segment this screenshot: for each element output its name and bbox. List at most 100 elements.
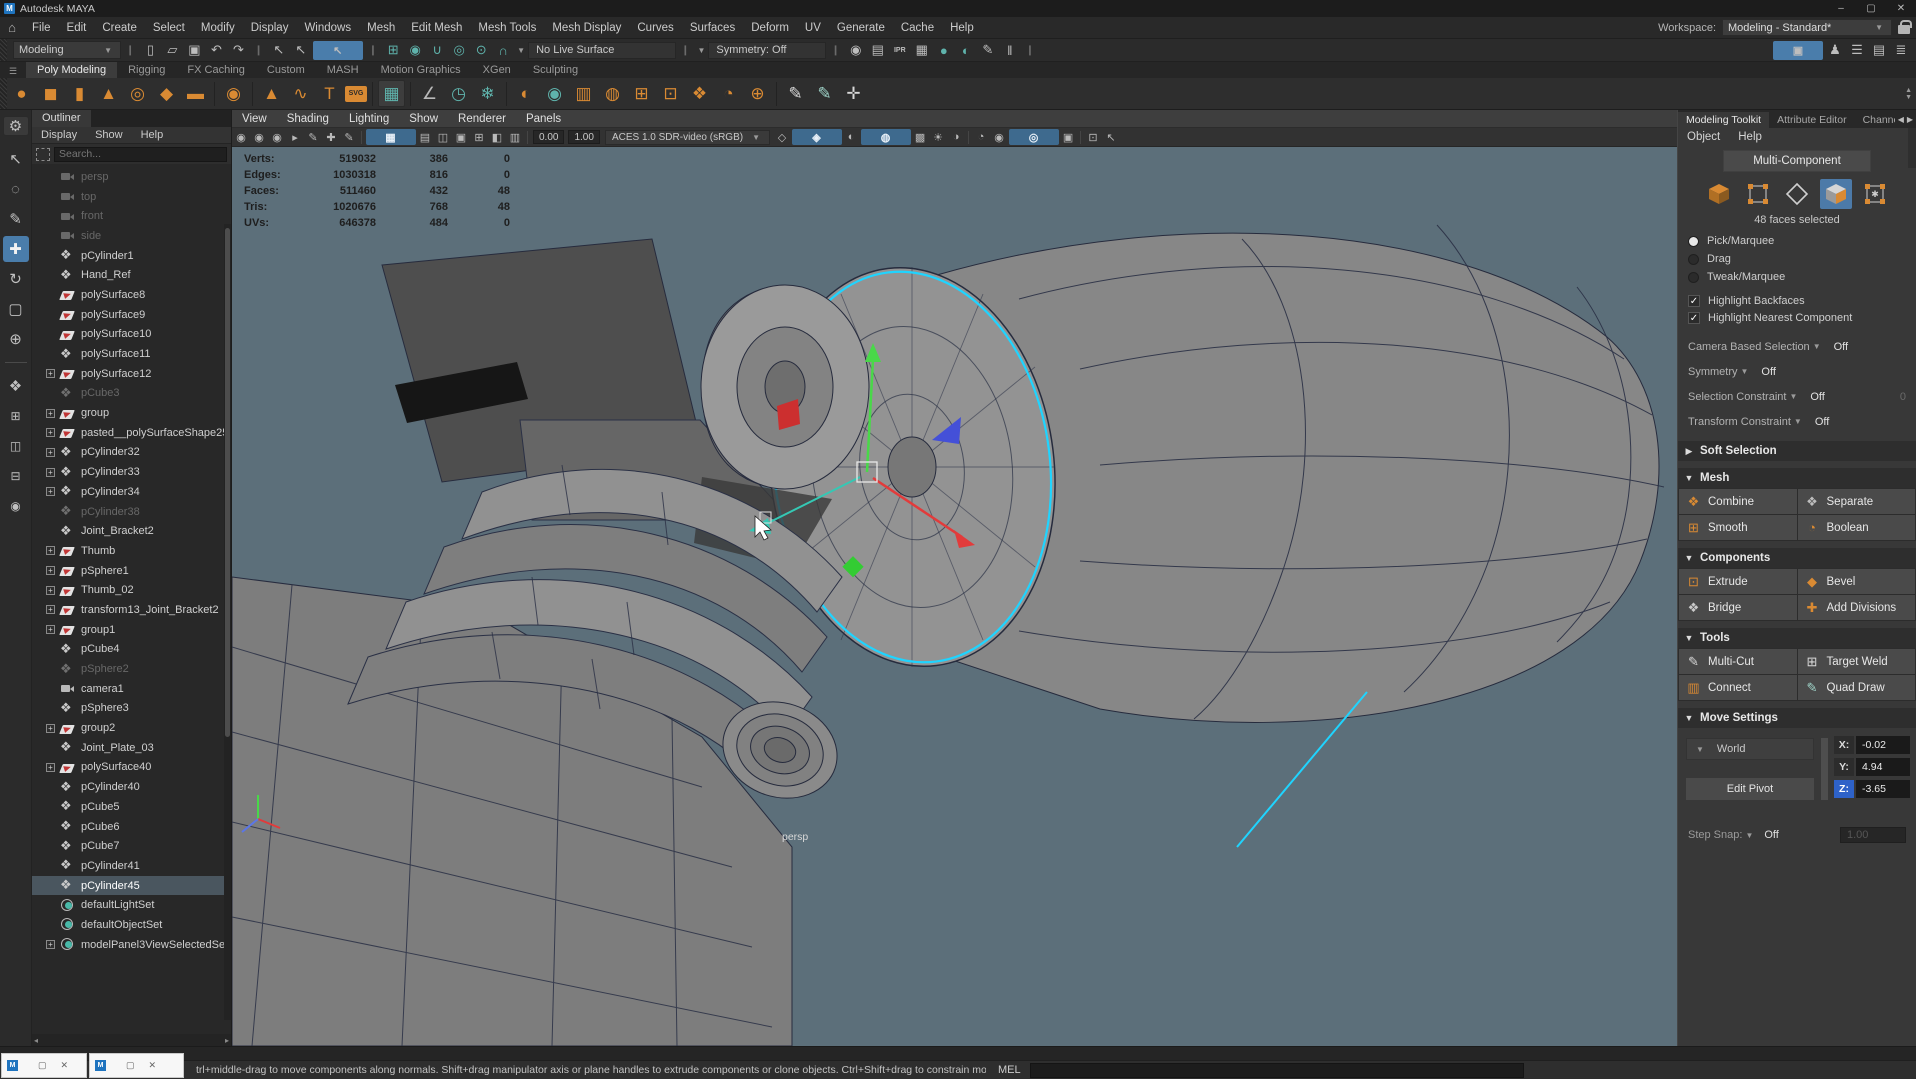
radio-tweak-marquee[interactable]: Tweak/Marquee	[1678, 268, 1916, 286]
menu-mesh[interactable]: Mesh	[359, 22, 403, 34]
scroll-right-icon[interactable]: ▸	[225, 1036, 229, 1045]
outliner-menu-help[interactable]: Help	[132, 129, 173, 141]
toolkit-menu-help[interactable]: Help	[1729, 131, 1771, 143]
measure-angle-icon[interactable]: ∠	[416, 80, 443, 107]
target-weld-button[interactable]: ⊞ Target Weld	[1798, 649, 1916, 674]
outliner-item-pcube6[interactable]: + pCube6	[32, 817, 231, 837]
outliner-item-top[interactable]: + top	[32, 187, 231, 207]
panel-scrollbar[interactable]	[1908, 128, 1916, 168]
outliner-item-psphere3[interactable]: + pSphere3	[32, 699, 231, 719]
bridge-button[interactable]: ❖ Bridge	[1679, 595, 1797, 620]
new-scene-icon[interactable]: ▯	[140, 41, 160, 60]
outliner-item-transform13-joint-bracket2[interactable]: + transform13_Joint_Bracket2	[32, 600, 231, 620]
menu-surfaces[interactable]: Surfaces	[682, 22, 743, 34]
gate-mask-icon[interactable]: ▣	[453, 129, 470, 145]
attribute-editor-toggle-icon[interactable]: ▤	[1869, 41, 1889, 60]
safe-action-icon[interactable]: ◧	[489, 129, 506, 145]
zoom-tool-icon[interactable]: ◉	[3, 493, 29, 519]
face-mode-icon[interactable]	[1820, 179, 1852, 209]
maximize-icon[interactable]: ▢	[38, 1060, 47, 1071]
toolbar-separator[interactable]: ❙	[121, 45, 139, 56]
pencil2-icon[interactable]: ✎	[341, 129, 358, 145]
outliner-item-hand-ref[interactable]: + Hand_Ref	[32, 265, 231, 285]
mel-label[interactable]: MEL	[998, 1064, 1021, 1076]
expand-icon[interactable]: +	[46, 369, 55, 378]
outliner-item-defaultobjectset[interactable]: + defaultObjectSet	[32, 915, 231, 935]
shelf-tab-custom[interactable]: Custom	[256, 62, 316, 78]
outliner-tab[interactable]: Outliner	[32, 110, 91, 127]
checkbox-highlight-backfaces[interactable]: ✓ Highlight Backfaces	[1678, 292, 1916, 309]
layer-editor-toggle-icon[interactable]: ≣	[1891, 41, 1911, 60]
section-tools[interactable]: ▼ Tools	[1678, 628, 1916, 648]
menu-mesh-tools[interactable]: Mesh Tools	[470, 22, 544, 34]
layout-outliner-persp-icon[interactable]: ⊟	[3, 463, 29, 489]
dropdown-symmetry[interactable]: Symmetry ▼ Off	[1678, 359, 1916, 384]
grid-toggle-icon[interactable]: ▦	[366, 129, 416, 145]
platonic-solid-icon[interactable]: ◉	[220, 80, 247, 107]
outliner-item-pcube5[interactable]: + pCube5	[32, 797, 231, 817]
menu-windows[interactable]: Windows	[296, 22, 359, 34]
layout-four-pane-icon[interactable]: ⊞	[3, 403, 29, 429]
dropdown-transform-constraint[interactable]: Transform Constraint ▼ Off	[1678, 409, 1916, 434]
pencil-tool-icon[interactable]: ✎	[782, 80, 809, 107]
separate-button[interactable]: ❖ Separate	[1798, 489, 1916, 514]
rotate-tool-icon[interactable]: ↻	[3, 266, 29, 292]
lattice-sphere-icon[interactable]: ◍	[599, 80, 626, 107]
connect-button[interactable]: ▥ Connect	[1679, 675, 1797, 700]
outliner-item-polysurface40[interactable]: + polySurface40	[32, 758, 231, 778]
plugin-display-icon[interactable]: ◎	[1009, 129, 1059, 145]
snap-view-plane-icon[interactable]: ⊙	[471, 41, 491, 60]
toolbar-separator[interactable]: ❙	[826, 45, 844, 56]
outliner-item-modelpanel3viewselectedset[interactable]: + modelPanel3ViewSelectedSet	[32, 935, 231, 955]
select-hierarchy-icon[interactable]: ↖	[269, 41, 289, 60]
paint-select-tool-icon[interactable]: ✎	[3, 206, 29, 232]
poly-sphere-icon[interactable]: ●	[8, 80, 35, 107]
section-mesh[interactable]: ▼ Mesh	[1678, 468, 1916, 488]
outliner-item-group2[interactable]: + group2	[32, 718, 231, 738]
planet-orbit-icon[interactable]: ◉	[541, 80, 568, 107]
tab-scroll-left-icon[interactable]: ◀	[1898, 115, 1904, 124]
viewport-cursor-icon[interactable]: ↖	[1103, 129, 1120, 145]
outliner-item-pcylinder38[interactable]: + pCylinder38	[32, 502, 231, 522]
maximize-icon[interactable]: ▢	[126, 1060, 135, 1071]
array-cubes-icon[interactable]: ⊞	[628, 80, 655, 107]
minimize-button[interactable]: –	[1826, 0, 1856, 17]
resolution-gate-icon[interactable]: ◫	[435, 129, 452, 145]
modeling-toolkit-toggle-icon[interactable]: ▣	[1773, 41, 1823, 60]
toolbar-separator[interactable]: ❙	[676, 45, 694, 56]
snap-together-tool-icon[interactable]: ⊕	[3, 326, 29, 352]
sculpt-cone-icon[interactable]: ▲	[258, 80, 285, 107]
object-mode-icon[interactable]	[1703, 179, 1735, 209]
outliner-item-persp[interactable]: + persp	[32, 167, 231, 187]
outliner-item-psphere1[interactable]: + pSphere1	[32, 561, 231, 581]
menu-mesh-display[interactable]: Mesh Display	[544, 22, 629, 34]
multi-component-button[interactable]: Multi-Component	[1723, 150, 1871, 172]
shelf-tab-fx-caching[interactable]: FX Caching	[176, 62, 255, 78]
filter-icon[interactable]	[36, 148, 50, 161]
mash-grid-icon[interactable]: ▦	[378, 80, 405, 107]
outliner-item-thumb-02[interactable]: + Thumb_02	[32, 580, 231, 600]
viewport-menu-renderer[interactable]: Renderer	[448, 113, 516, 125]
wireframe-on-shaded-icon[interactable]: ◍	[861, 129, 911, 145]
scrollbar-thumb[interactable]	[225, 228, 230, 737]
textured-mode-icon[interactable]: ◐	[843, 129, 860, 145]
outliner-item-psphere2[interactable]: + pSphere2	[32, 659, 231, 679]
poly-plane-icon[interactable]: ▬	[182, 80, 209, 107]
expand-icon[interactable]: +	[46, 448, 55, 457]
dropdown-selection-constraint[interactable]: Selection Constraint ▼ Off 0	[1678, 384, 1916, 409]
home-icon[interactable]: ⌂	[0, 20, 24, 35]
shading-box-icon[interactable]: ◇	[774, 129, 791, 145]
viewport-scene[interactable]	[232, 147, 1677, 1046]
expand-icon[interactable]: +	[46, 724, 55, 733]
outliner-item-polysurface11[interactable]: + polySurface11	[32, 344, 231, 364]
close-icon[interactable]: ✕	[61, 1060, 69, 1071]
outliner-item-camera1[interactable]: + camera1	[32, 679, 231, 699]
shelf-scroll-arrows[interactable]: ▲▼	[1905, 87, 1916, 101]
svg-tool-icon[interactable]: SVG	[345, 86, 367, 102]
multi-mode-icon[interactable]: ✱	[1859, 179, 1891, 209]
gamma-field[interactable]: 1.00	[568, 130, 599, 144]
select-tool-icon[interactable]: ↖	[3, 146, 29, 172]
shelf-tab-poly-modeling[interactable]: Poly Modeling	[26, 62, 117, 78]
menu-modify[interactable]: Modify	[193, 22, 243, 34]
expand-icon[interactable]: +	[46, 468, 55, 477]
